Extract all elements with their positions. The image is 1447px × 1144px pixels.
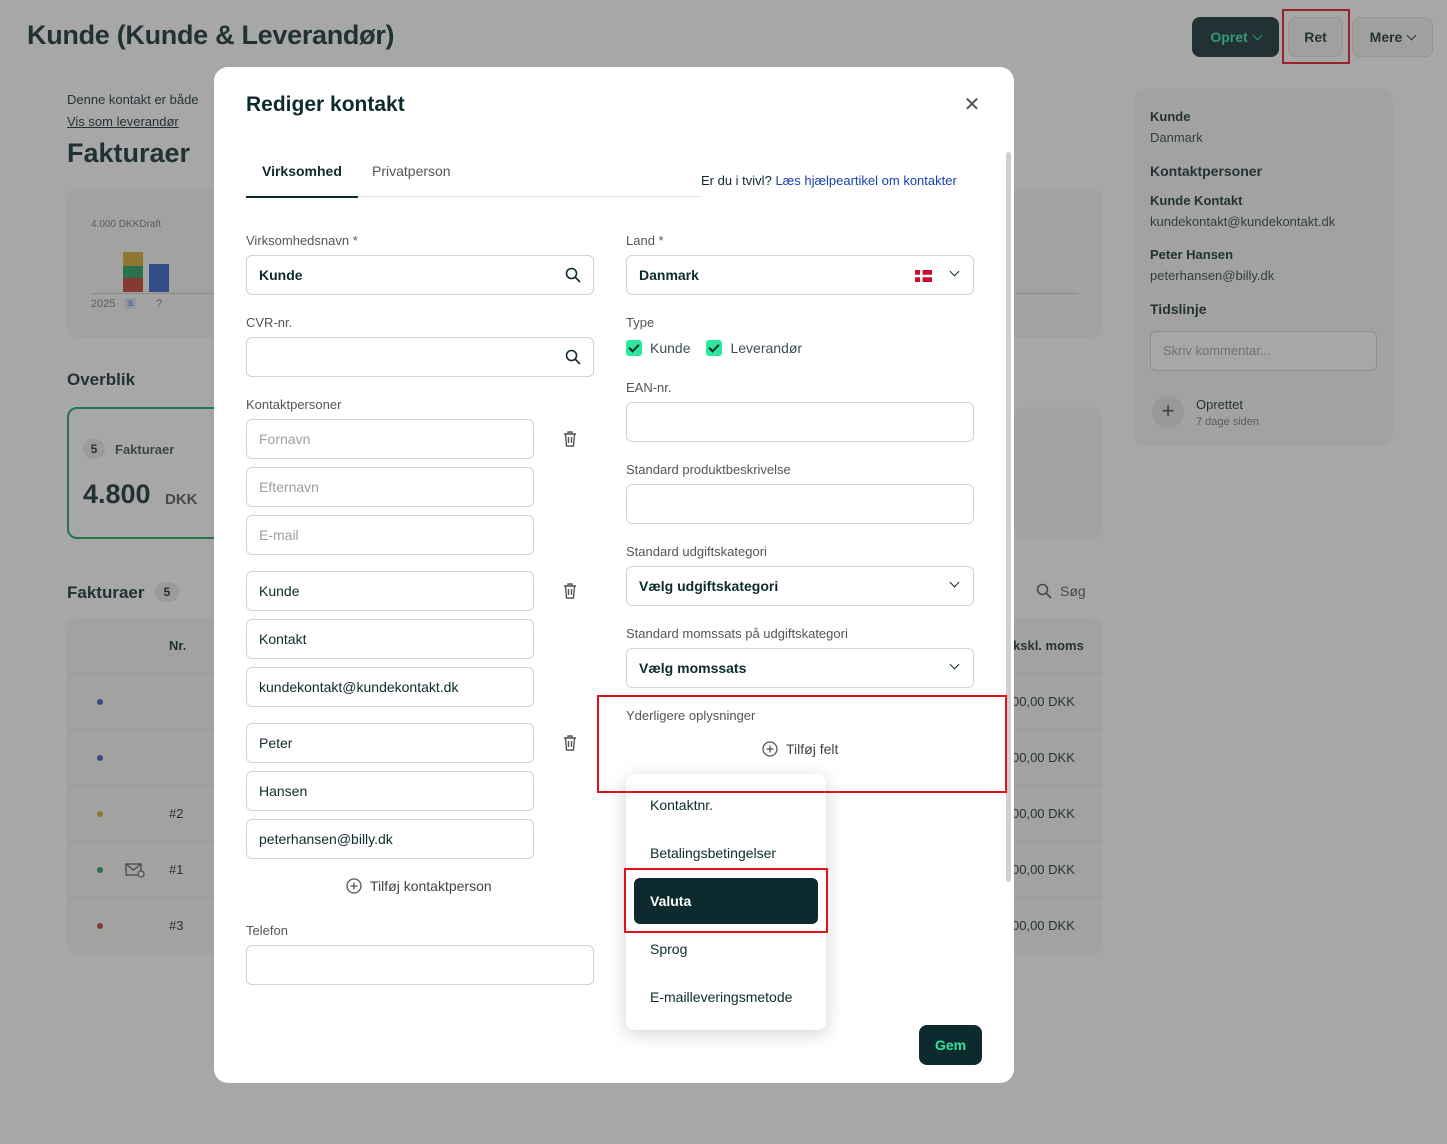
add-contact-person-label: Tilføj kontaktperson [370, 878, 492, 894]
email-value: peterhansen@billy.dk [259, 831, 393, 847]
customer-checkbox-label: Kunde [650, 340, 691, 356]
product-description-input[interactable] [626, 484, 974, 524]
edit-contact-modal: Rediger kontakt ✕ Virksomhed Privatperso… [214, 67, 1014, 1083]
help-article-link[interactable]: Læs hjælpeartikel om kontakter [775, 173, 956, 188]
phone-input[interactable] [246, 945, 594, 985]
first-name-input[interactable]: Fornavn [246, 419, 534, 459]
highlight-box-currency [624, 868, 828, 933]
product-description-label: Standard produktbeskrivelse [626, 462, 791, 477]
last-name-input[interactable]: Efternavn [246, 467, 534, 507]
last-name-placeholder: Efternavn [259, 479, 319, 495]
phone-label: Telefon [246, 923, 288, 938]
vat-rate-label: Standard momssats på udgiftskategori [626, 626, 848, 641]
search-icon[interactable] [565, 349, 581, 365]
first-name-input[interactable]: Kunde [246, 571, 534, 611]
chevron-down-icon [949, 577, 960, 588]
vat-rate-select[interactable]: Vælg momssats [626, 648, 974, 688]
last-name-input[interactable]: Kontakt [246, 619, 534, 659]
add-contact-person-button[interactable]: Tilføj kontaktperson [346, 878, 492, 894]
first-name-placeholder: Fornavn [259, 431, 311, 447]
email-input[interactable]: peterhansen@billy.dk [246, 819, 534, 859]
first-name-value: Peter [259, 735, 293, 751]
modal-tabs: Virksomhed Privatperson [246, 149, 701, 198]
cvr-label: CVR-nr. [246, 315, 293, 330]
expense-category-label: Standard udgiftskategori [626, 544, 767, 559]
denmark-flag-icon [915, 270, 932, 282]
company-name-input[interactable]: Kunde [246, 255, 594, 295]
add-circle-icon [346, 878, 362, 894]
company-name-value: Kunde [259, 267, 303, 283]
last-name-value: Hansen [259, 783, 308, 799]
help-text: Er du i tvivl? Læs hjælpeartikel om kont… [701, 173, 957, 188]
country-select[interactable]: Danmark [626, 255, 974, 295]
help-question: Er du i tvivl? [701, 173, 772, 188]
supplier-checkbox[interactable] [706, 340, 723, 356]
search-icon[interactable] [565, 267, 581, 283]
modal-title: Rediger kontakt [246, 93, 405, 116]
contact-persons-label: Kontaktpersoner [246, 397, 342, 412]
ean-label: EAN-nr. [626, 380, 672, 395]
trash-icon[interactable] [560, 581, 580, 601]
tab-company[interactable]: Virksomhed [246, 163, 358, 198]
expense-category-value: Vælg udgiftskategori [639, 578, 779, 594]
country-value: Danmark [639, 267, 699, 283]
type-label: Type [626, 315, 655, 330]
highlight-box-additional-info [597, 695, 1007, 793]
type-options: Kunde Leverandør [626, 340, 802, 356]
country-label: Land * [626, 233, 664, 248]
email-placeholder: E-mail [259, 527, 299, 543]
vat-rate-value: Vælg momssats [639, 660, 747, 676]
first-name-value: Kunde [259, 583, 300, 599]
supplier-checkbox-label: Leverandør [730, 340, 803, 356]
chevron-down-icon [949, 266, 960, 277]
first-name-input[interactable]: Peter [246, 723, 534, 763]
dropdown-item-email-delivery[interactable]: E-mailleveringsmetode [634, 974, 818, 1020]
email-value: kundekontakt@kundekontakt.dk [259, 679, 459, 695]
chevron-down-icon [949, 659, 960, 670]
company-name-label: Virksomhedsnavn * [246, 233, 358, 248]
tab-private[interactable]: Privatperson [372, 163, 451, 179]
close-icon[interactable]: ✕ [962, 95, 982, 115]
last-name-input[interactable]: Hansen [246, 771, 534, 811]
trash-icon[interactable] [560, 733, 580, 753]
trash-icon[interactable] [560, 429, 580, 449]
customer-checkbox[interactable] [626, 340, 642, 356]
email-input[interactable]: kundekontakt@kundekontakt.dk [246, 667, 534, 707]
expense-category-select[interactable]: Vælg udgiftskategori [626, 566, 974, 606]
last-name-value: Kontakt [259, 631, 307, 647]
cvr-input[interactable] [246, 337, 594, 377]
email-input[interactable]: E-mail [246, 515, 534, 555]
save-button[interactable]: Gem [919, 1025, 982, 1065]
ean-input[interactable] [626, 402, 974, 442]
